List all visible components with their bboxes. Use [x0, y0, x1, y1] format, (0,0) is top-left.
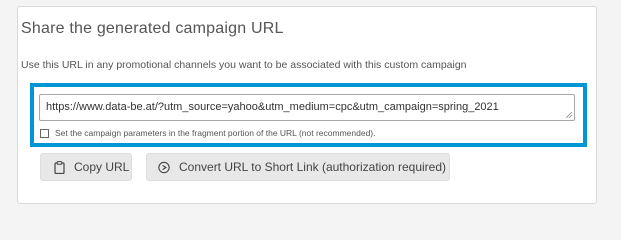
resize-grip-icon[interactable]	[566, 112, 572, 118]
convert-short-link-label: Convert URL to Short Link (authorization…	[179, 160, 447, 174]
fragment-option-checkbox[interactable]	[40, 128, 49, 138]
section-title: Share the generated campaign URL	[21, 20, 284, 37]
copy-url-button[interactable]: Copy URL	[40, 153, 132, 181]
fragment-option-label[interactable]: Set the campaign parameters in the fragm…	[55, 128, 376, 138]
copy-url-label: Copy URL	[74, 160, 130, 174]
convert-short-link-button[interactable]: Convert URL to Short Link (authorization…	[146, 153, 450, 181]
clipboard-icon	[53, 160, 65, 174]
link-circle-icon	[158, 160, 170, 174]
fragment-option-row: Set the campaign parameters in the fragm…	[40, 127, 376, 139]
section-description: Use this URL in any promotional channels…	[21, 59, 467, 71]
generated-url-text: https://www.data-be.at/?utm_source=yahoo…	[46, 101, 499, 113]
generated-url-textarea[interactable]: https://www.data-be.at/?utm_source=yahoo…	[39, 94, 575, 121]
